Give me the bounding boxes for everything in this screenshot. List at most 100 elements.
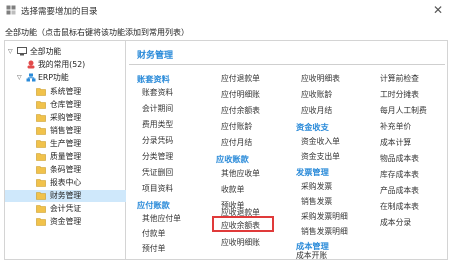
function-item[interactable]: 应收明细账 <box>221 237 260 248</box>
content-panel: ▽ 全部功能 我的常用(52) ▽ ERP功能 系统管理 仓库管理 采购管理 销… <box>4 40 448 260</box>
tree-item-finance[interactable]: 财务管理 <box>5 190 126 202</box>
tree-item-warehouse[interactable]: 仓库管理 <box>5 99 126 111</box>
function-item[interactable]: 应收明细表 <box>301 73 340 84</box>
tree-item-sales[interactable]: 销售管理 <box>5 125 126 137</box>
function-item[interactable]: 账套资料 <box>142 87 173 98</box>
function-item[interactable]: 采购发票明细 <box>301 211 348 222</box>
tree-item-label: 条码管理 <box>50 165 82 174</box>
function-item[interactable]: 付款单 <box>142 228 165 239</box>
tree-favorites-label: 我的常用(52) <box>38 60 86 69</box>
function-item[interactable]: 其他应付单 <box>142 213 181 224</box>
function-item[interactable]: 应付余额表 <box>221 105 260 116</box>
folder-icon <box>36 127 46 135</box>
function-item[interactable]: 费用类型 <box>142 119 173 130</box>
function-item[interactable]: 销售发票 <box>301 196 332 207</box>
folder-icon <box>36 101 46 109</box>
tree-root[interactable]: ▽ 全部功能 <box>5 46 126 58</box>
function-item-cost-opening[interactable]: 成本开账 <box>296 250 327 261</box>
window-title: 选择需要增加的目录 <box>21 7 98 17</box>
function-item[interactable]: 计算前检查 <box>380 73 419 84</box>
function-item[interactable]: 应付账龄 <box>221 121 252 132</box>
tree-item-label: 采购管理 <box>50 113 82 122</box>
function-list: 财务管理 账套资料 账套资料 会计期间 费用类型 分录凭码 分类管理 凭证删回 … <box>127 41 447 259</box>
folder-icon <box>36 192 46 200</box>
tree-item-purchase[interactable]: 采购管理 <box>5 112 126 124</box>
tree-item-vouchers[interactable]: 会计凭证 <box>5 203 126 215</box>
category-receivables: 应收账款 <box>216 154 249 164</box>
function-item[interactable]: 收款单 <box>221 184 244 195</box>
category-funds: 资金收支 <box>296 122 329 132</box>
collapse-icon[interactable]: ▽ <box>17 72 22 84</box>
function-item[interactable]: 其他应收单 <box>221 168 260 179</box>
function-item[interactable]: 产品成本表 <box>380 185 419 196</box>
folder-icon <box>36 205 46 213</box>
function-item[interactable]: 应付退款单 <box>221 73 260 84</box>
function-item[interactable]: 应收月结 <box>301 105 332 116</box>
function-item[interactable]: 项目资料 <box>142 183 173 194</box>
tree-item-label: 财务管理 <box>50 191 82 200</box>
function-tree: ▽ 全部功能 我的常用(52) ▽ ERP功能 系统管理 仓库管理 采购管理 销… <box>5 41 126 259</box>
function-item[interactable]: 库存成本表 <box>380 169 419 180</box>
function-item[interactable]: 成本计算 <box>380 137 411 148</box>
tree-root-label: 全部功能 <box>30 47 62 56</box>
title-bar: 选择需要增加的目录 ✕ <box>0 0 454 22</box>
folder-icon <box>36 114 46 122</box>
tree-item-funds[interactable]: 资金管理 <box>5 216 126 228</box>
tree-erp-label: ERP功能 <box>38 73 69 82</box>
folder-icon <box>36 166 46 174</box>
folder-icon <box>36 153 46 161</box>
select-directory-dialog: 选择需要增加的目录 ✕ 全部功能（点击鼠标右键将该功能添加到常用列表） ▽ 全部… <box>0 0 454 264</box>
folder-icon <box>36 218 46 226</box>
function-item[interactable]: 成本分录 <box>380 217 411 228</box>
function-item[interactable]: 在制成本表 <box>380 201 419 212</box>
category-invoices: 发票管理 <box>296 167 329 177</box>
function-item[interactable]: 资金支出单 <box>301 151 340 162</box>
collapse-icon[interactable]: ▽ <box>8 46 13 58</box>
folder-icon <box>36 179 46 187</box>
function-item[interactable]: 物品成本表 <box>380 153 419 164</box>
tree-item-label: 仓库管理 <box>50 100 82 109</box>
tree-item-reports[interactable]: 报表中心 <box>5 177 126 189</box>
favorites-icon <box>27 60 35 69</box>
function-item[interactable]: 补充单价 <box>380 121 411 132</box>
folder-icon <box>36 140 46 148</box>
close-button[interactable]: ✕ <box>431 3 445 17</box>
tree-item-label: 生产管理 <box>50 139 82 148</box>
function-item[interactable]: 应付明细账 <box>221 89 260 100</box>
function-item[interactable]: 应付月结 <box>221 137 252 148</box>
tree-item-quality[interactable]: 质量管理 <box>5 151 126 163</box>
highlight-box <box>212 216 274 232</box>
tree-item-label: 销售管理 <box>50 126 82 135</box>
monitor-icon <box>17 47 27 56</box>
tree-item-favorites[interactable]: 我的常用(52) <box>5 59 126 71</box>
function-item[interactable]: 分类管理 <box>142 151 173 162</box>
function-item[interactable]: 销售发票明细 <box>301 226 348 237</box>
tree-item-production[interactable]: 生产管理 <box>5 138 126 150</box>
tree-item-erp[interactable]: ▽ ERP功能 <box>5 72 126 84</box>
function-item[interactable]: 资金收入单 <box>301 136 340 147</box>
erp-icon <box>26 73 36 82</box>
tree-item-label: 会计凭证 <box>50 204 82 213</box>
function-item[interactable]: 采购发票 <box>301 181 332 192</box>
tree-item-label: 系统管理 <box>50 87 82 96</box>
folder-icon <box>36 88 46 96</box>
function-item[interactable]: 每月人工制费 <box>380 105 427 116</box>
tree-item-barcode[interactable]: 条码管理 <box>5 164 126 176</box>
section-title: 财务管理 <box>137 51 174 61</box>
function-item[interactable]: 工时分摊表 <box>380 89 419 100</box>
app-icon <box>6 5 16 15</box>
function-item[interactable]: 会计期间 <box>142 103 173 114</box>
tree-item-system[interactable]: 系统管理 <box>5 86 126 98</box>
function-item[interactable]: 应收账龄 <box>301 89 332 100</box>
hint-text: 全部功能（点击鼠标右键将该功能添加到常用列表） <box>5 28 189 37</box>
function-item[interactable]: 分录凭码 <box>142 135 173 146</box>
close-icon: ✕ <box>432 3 444 17</box>
function-item[interactable]: 凭证删回 <box>142 167 173 178</box>
category-account: 账套资料 <box>137 74 170 84</box>
tree-item-label: 资金管理 <box>50 217 82 226</box>
category-payables: 应付账款 <box>137 200 170 210</box>
tree-item-label: 报表中心 <box>50 178 82 187</box>
function-item[interactable]: 预付单 <box>142 243 165 254</box>
tree-item-label: 质量管理 <box>50 152 82 161</box>
section-divider <box>129 64 445 65</box>
